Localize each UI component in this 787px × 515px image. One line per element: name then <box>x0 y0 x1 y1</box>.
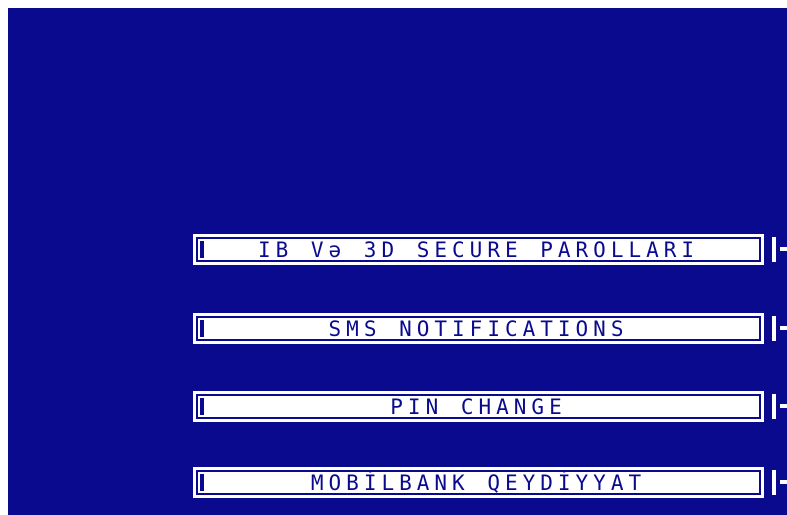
function-key-indicator-2[interactable] <box>772 313 787 344</box>
function-key-indicator-3[interactable] <box>772 391 787 422</box>
button-label: PIN CHANGE <box>390 395 567 419</box>
fdk-dash <box>780 247 787 251</box>
fdk-bar <box>772 394 776 419</box>
button-label: MOBİLBANK QEYDİYYAT <box>310 471 647 495</box>
fdk-bar <box>772 316 776 341</box>
button-label: IB Və 3D SECURE PAROLLARI <box>257 238 700 262</box>
mobilbank-registration-button[interactable]: MOBİLBANK QEYDİYYAT <box>193 467 764 498</box>
button-label: SMS NOTIFICATIONS <box>328 317 629 341</box>
fdk-dash <box>780 404 787 408</box>
pin-change-button[interactable]: PIN CHANGE <box>193 391 764 422</box>
atm-screen: IB Və 3D SECURE PAROLLARI SMS NOTIFICATI… <box>8 8 787 515</box>
ib-3d-secure-passwords-button[interactable]: IB Və 3D SECURE PAROLLARI <box>193 234 764 265</box>
fdk-bar <box>772 470 776 495</box>
fdk-dash <box>780 480 787 484</box>
function-key-indicator-1[interactable] <box>772 234 787 265</box>
function-key-indicator-4[interactable] <box>772 467 787 498</box>
fdk-bar <box>772 237 776 262</box>
fdk-dash <box>780 326 787 330</box>
sms-notifications-button[interactable]: SMS NOTIFICATIONS <box>193 313 764 344</box>
